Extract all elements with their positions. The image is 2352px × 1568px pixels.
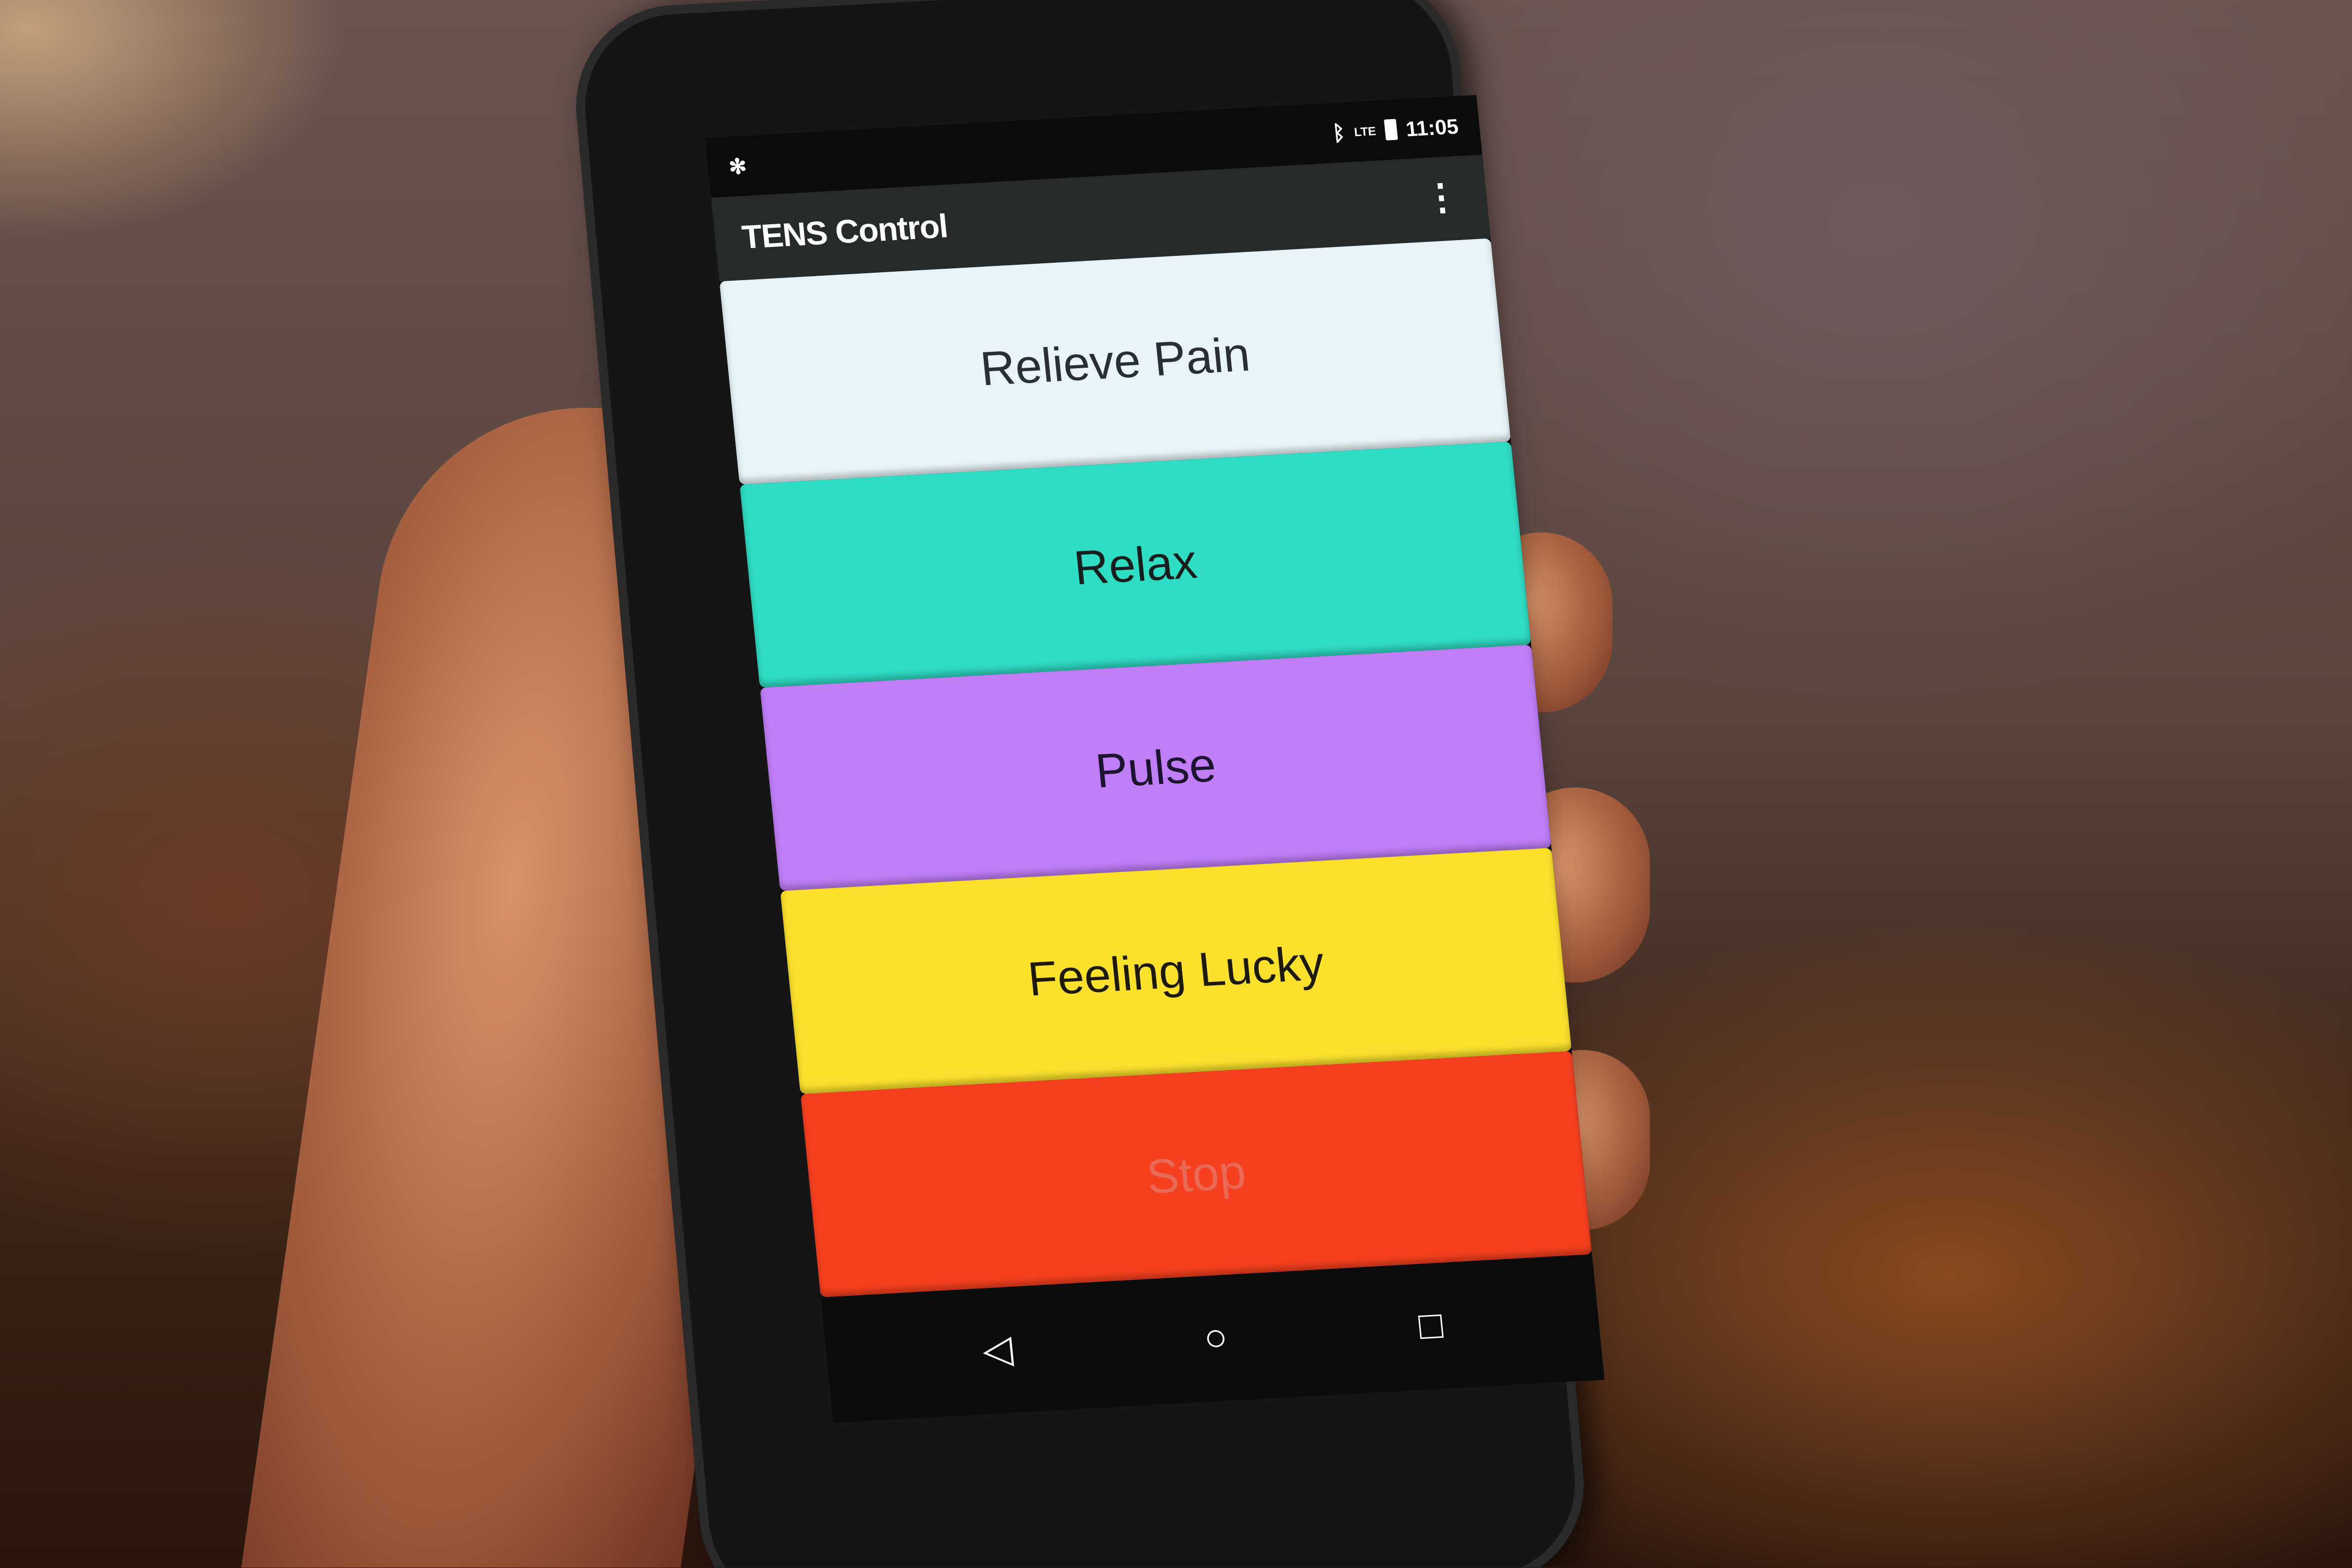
- app-title: TENS Control: [740, 207, 949, 256]
- overflow-menu-icon[interactable]: ⋮: [1421, 177, 1462, 220]
- back-icon[interactable]: ◁: [980, 1325, 1015, 1373]
- button-label: Feeling Lucky: [1025, 935, 1326, 1006]
- button-label: Relax: [1071, 534, 1199, 594]
- recents-icon[interactable]: □: [1417, 1301, 1445, 1349]
- clock: 11:05: [1404, 114, 1460, 141]
- phone-screen: ✻ ᛒ LTE 11:05 TENS Control ⋮ Relieve Pai…: [705, 95, 1605, 1423]
- battery-icon: [1383, 119, 1398, 141]
- app-notification-icon: ✻: [728, 153, 748, 178]
- button-label: Pulse: [1093, 736, 1219, 797]
- home-icon[interactable]: ○: [1202, 1313, 1230, 1361]
- bluetooth-icon: ᛒ: [1331, 120, 1347, 145]
- photo-scene: ✻ ᛒ LTE 11:05 TENS Control ⋮ Relieve Pai…: [0, 0, 2352, 1568]
- button-label: Relieve Pain: [978, 326, 1253, 395]
- button-label: Stop: [1144, 1143, 1248, 1203]
- lte-signal-icon: LTE: [1353, 124, 1377, 139]
